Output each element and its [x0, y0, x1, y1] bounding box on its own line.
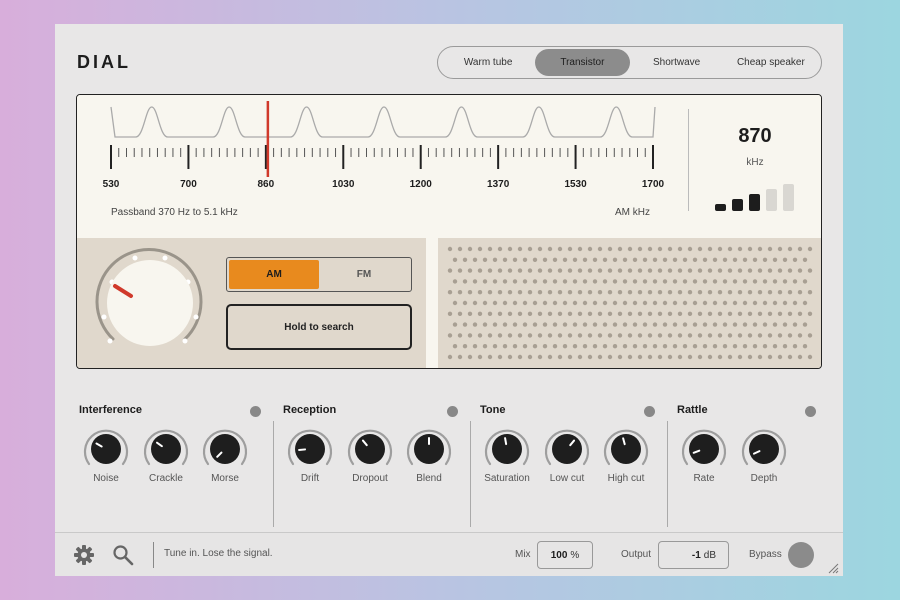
- knob-label: Depth: [750, 473, 778, 484]
- magnifier-icon[interactable]: [112, 544, 134, 566]
- radio-display: 530 700 860 1030 1200 1370 1530 1700 870 kHz Pa…: [76, 94, 822, 369]
- band-switch: AM FM: [226, 257, 412, 292]
- preset-cheap-speaker[interactable]: Cheap speaker: [724, 49, 818, 76]
- knob-graphic: [202, 429, 248, 466]
- section-rattle: Rattle Rate Depth: [653, 396, 843, 528]
- knob-graphic: [544, 429, 590, 466]
- tuning-dial-display: 530 700 860 1030 1200 1370 1530 1700 870 kHz Pa…: [77, 95, 821, 238]
- tuning-knob[interactable]: [87, 244, 207, 364]
- signal-bar: [783, 184, 794, 211]
- preset-warm-tube[interactable]: Warm tube: [441, 49, 535, 76]
- knob-graphic: [287, 429, 333, 466]
- section-title: Rattle: [677, 404, 708, 416]
- knob-depth[interactable]: Depth: [734, 424, 794, 494]
- knob-graphic: [681, 429, 727, 466]
- readout-divider: [688, 109, 689, 211]
- knob-graphic: [741, 429, 787, 466]
- output-unit: dB: [703, 549, 716, 561]
- signal-bar: [766, 189, 777, 211]
- mix-label: Mix: [515, 549, 531, 560]
- filter-response-curve: [110, 106, 656, 138]
- mix-value: 100: [550, 549, 568, 561]
- knob-morse[interactable]: Morse: [195, 424, 255, 494]
- preset-transistor[interactable]: Transistor: [535, 49, 630, 76]
- knob-graphic: [347, 429, 393, 466]
- scale-label: 1530: [564, 179, 587, 190]
- section-tone: Tone Saturation Low cut High cut: [456, 396, 667, 528]
- knob-pointer: [298, 448, 307, 451]
- knob-blend[interactable]: Blend: [399, 424, 459, 494]
- preset-selector: Warm tube Transistor Shortwave Cheap spe…: [437, 46, 822, 79]
- speaker-grille: [438, 238, 821, 368]
- frequency-readout: 870: [738, 125, 772, 147]
- tagline: Tune in. Lose the signal.: [164, 548, 273, 559]
- preset-shortwave[interactable]: Shortwave: [630, 49, 724, 76]
- knob-label: Morse: [211, 473, 239, 484]
- scale-label: 1030: [332, 179, 355, 190]
- band-unit-info: AM kHz: [615, 207, 650, 218]
- gear-icon[interactable]: [73, 544, 95, 566]
- band-fm-button[interactable]: FM: [319, 260, 409, 289]
- knob-graphic: [484, 429, 530, 466]
- section-enable-led[interactable]: [805, 406, 816, 417]
- knob-pointer: [504, 437, 508, 446]
- knob-graphic: [406, 429, 452, 466]
- app-logo: DIAL: [77, 52, 131, 72]
- output-label: Output: [621, 549, 652, 560]
- signal-bar: [715, 204, 726, 211]
- plugin-window: DIAL Warm tube Transistor Shortwave Chea…: [55, 24, 843, 576]
- tuning-panel: AM FM Hold to search: [77, 238, 426, 368]
- output-value: -1: [691, 549, 701, 561]
- scale-label: 530: [103, 179, 120, 190]
- band-am-button[interactable]: AM: [229, 260, 319, 289]
- footer-divider: [153, 542, 154, 568]
- knob-graphic: [83, 429, 129, 466]
- mix-unit: %: [570, 549, 580, 561]
- bypass-label: Bypass: [749, 549, 782, 560]
- section-title: Reception: [283, 404, 337, 416]
- scale-label: 1700: [642, 179, 665, 190]
- scale-label: 860: [258, 179, 275, 190]
- knob-graphic: [143, 429, 189, 466]
- signal-bar: [732, 199, 743, 211]
- scale-label: 1200: [410, 179, 433, 190]
- signal-strength-meter: [715, 183, 795, 211]
- mix-field[interactable]: 100 %: [537, 541, 593, 569]
- hold-to-search-button[interactable]: Hold to search: [226, 304, 412, 350]
- speaker-grille-dots: [447, 246, 813, 360]
- frequency-unit: kHz: [746, 157, 764, 168]
- passband-info: Passband 370 Hz to 5.1 kHz: [111, 207, 238, 218]
- section-title: Interference: [79, 404, 142, 416]
- scale-label: 700: [180, 179, 197, 190]
- signal-bar: [749, 194, 760, 211]
- knob-high-cut[interactable]: High cut: [596, 424, 656, 494]
- scale-label: 1370: [487, 179, 510, 190]
- section-title: Tone: [480, 404, 506, 416]
- section-interference: Interference Noise Crackle Morse: [55, 396, 273, 528]
- resize-grip-icon[interactable]: [827, 561, 839, 574]
- output-field[interactable]: -1 dB: [658, 541, 729, 569]
- footer-bar: Tune in. Lose the signal. Mix 100 % Outp…: [55, 532, 843, 576]
- bypass-toggle[interactable]: [788, 542, 814, 568]
- knob-graphic: [603, 429, 649, 466]
- section-reception: Reception Drift Dropout Blend: [259, 396, 470, 528]
